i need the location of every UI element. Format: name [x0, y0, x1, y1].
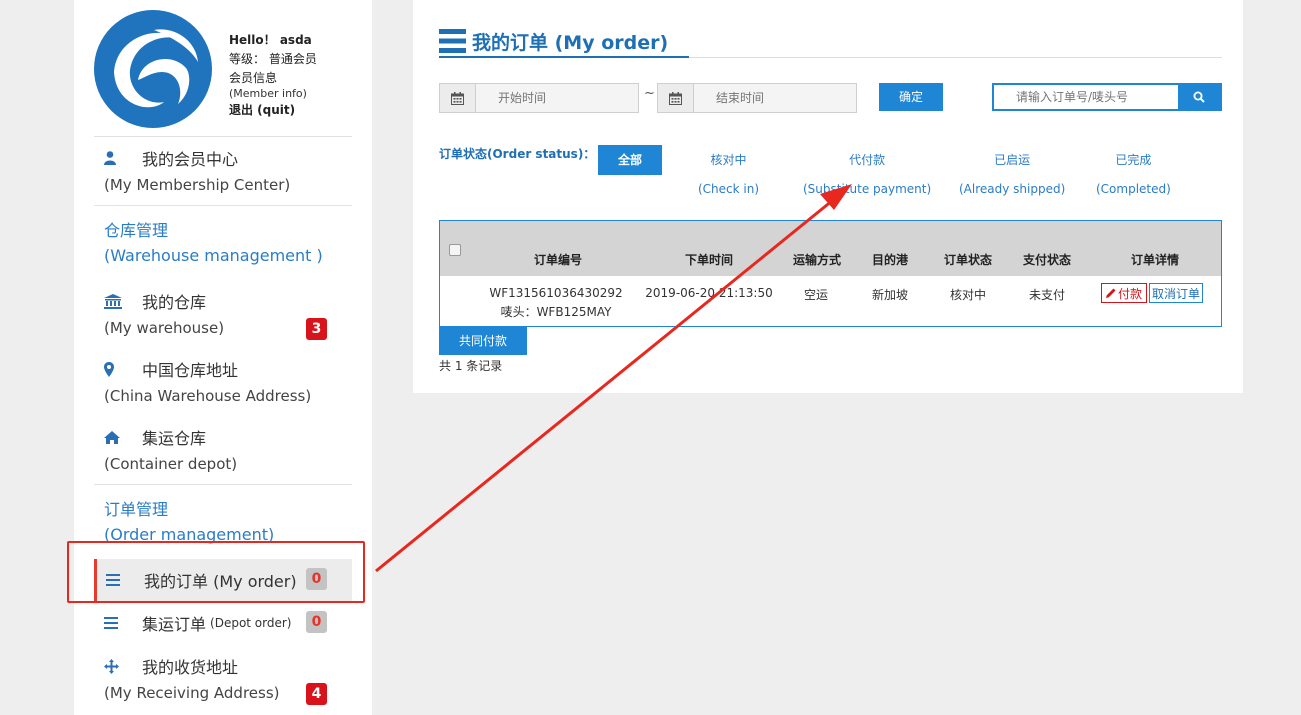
move-icon [104, 658, 142, 674]
search-input[interactable] [994, 85, 1178, 109]
sidebar: Hello！ asda 等级： 普通会员 会员信息 (Member info) … [74, 0, 372, 715]
sidebar-item-china-address[interactable]: 中国仓库地址 (China Warehouse Address) [104, 358, 354, 407]
column-header: 下单时间 [684, 253, 734, 267]
order-search [992, 83, 1222, 111]
home-icon [104, 430, 142, 444]
member-info-en[interactable]: (Member info) [229, 86, 317, 102]
shipping-mark: 唛头：WFB125MAY [500, 305, 612, 319]
destination-port: 新加坡 [871, 288, 909, 302]
profile-card: Hello！ asda 等级： 普通会员 会员信息 (Member info) … [94, 10, 354, 136]
order-number: WF131561036430292 [489, 286, 623, 300]
joint-payment-button[interactable]: 共同付款 [439, 327, 527, 355]
end-date-picker[interactable] [657, 83, 857, 113]
calendar-icon[interactable] [658, 84, 694, 112]
title-underline [439, 56, 689, 58]
divider [94, 136, 352, 137]
pay-button[interactable]: 付款 [1101, 283, 1147, 303]
orders-table: 订单编号 下单时间 运输方式 目的港 订单状态 支付状态 订单详情 WF1315… [439, 220, 1222, 327]
map-marker-icon [104, 361, 142, 377]
record-count: 共 1 条记录 [439, 359, 503, 373]
column-header: 订单编号 [533, 253, 583, 267]
order-status: 核对中 [949, 288, 987, 302]
bank-icon [104, 293, 142, 309]
status-tab-check-in[interactable]: 核对中 (Check in) [698, 151, 759, 196]
warehouse-count-badge: 3 [306, 318, 327, 340]
hello-text: Hello！ asda [229, 33, 312, 47]
depot-order-count-badge: 0 [306, 611, 327, 633]
start-date-picker[interactable] [439, 83, 639, 113]
calendar-icon[interactable] [440, 84, 476, 112]
annotation-highlight-box [67, 541, 365, 603]
divider [94, 205, 352, 206]
end-date-input[interactable] [694, 84, 854, 112]
status-tab-already-shipped[interactable]: 已启运 (Already shipped) [959, 151, 1065, 196]
select-all-checkbox[interactable] [449, 244, 461, 256]
column-header: 运输方式 [792, 253, 842, 267]
pencil-icon [1105, 288, 1116, 298]
cancel-order-button[interactable]: 取消订单 [1149, 283, 1203, 303]
table-header: 订单编号 下单时间 运输方式 目的港 订单状态 支付状态 订单详情 [440, 221, 1221, 276]
quit-link[interactable]: 退出 (quit) [229, 102, 317, 118]
confirm-button[interactable]: 确定 [879, 83, 943, 111]
search-button[interactable] [1178, 85, 1220, 109]
member-level: 等级： 普通会员 [229, 52, 317, 66]
avatar [94, 10, 212, 128]
status-tab-whole[interactable]: 全部(whole) [598, 145, 662, 197]
divider [94, 484, 352, 485]
column-header: 目的港 [871, 253, 909, 267]
page-title: 我的订单 (My order) [439, 24, 668, 58]
status-tab-substitute-payment[interactable]: 代付款 (Substitute payment) [803, 151, 931, 196]
start-date-input[interactable] [476, 84, 636, 112]
main-panel: 我的订单 (My order) ~ 确定 订单状态(Order status)：… [413, 0, 1243, 393]
payment-status: 未支付 [1028, 288, 1066, 302]
order-status-label: 订单状态(Order status)： [439, 147, 596, 161]
date-range-separator: ~ [644, 86, 655, 101]
member-info-link[interactable]: 会员信息 [229, 70, 317, 86]
user-icon [104, 151, 142, 165]
column-header: 订单详情 [1130, 253, 1180, 267]
receiving-address-count-badge: 4 [306, 683, 327, 705]
sidebar-item-container-depot[interactable]: 集运仓库 (Container depot) [104, 426, 354, 475]
sidebar-item-membership[interactable]: 我的会员中心 (My Membership Center) [104, 147, 354, 196]
section-order-management: 订单管理 (Order management) [104, 500, 275, 544]
transport-mode: 空运 [803, 288, 829, 302]
column-header: 支付状态 [1022, 253, 1072, 267]
search-icon [1193, 91, 1205, 103]
list-icon [104, 617, 142, 629]
status-tab-completed[interactable]: 已完成 (Completed) [1096, 151, 1171, 196]
column-header: 订单状态 [943, 253, 993, 267]
section-warehouse-management: 仓库管理 (Warehouse management ) [104, 221, 323, 265]
list-icon [439, 29, 466, 53]
order-time: 2019-06-20 21:13:50 [645, 286, 773, 300]
